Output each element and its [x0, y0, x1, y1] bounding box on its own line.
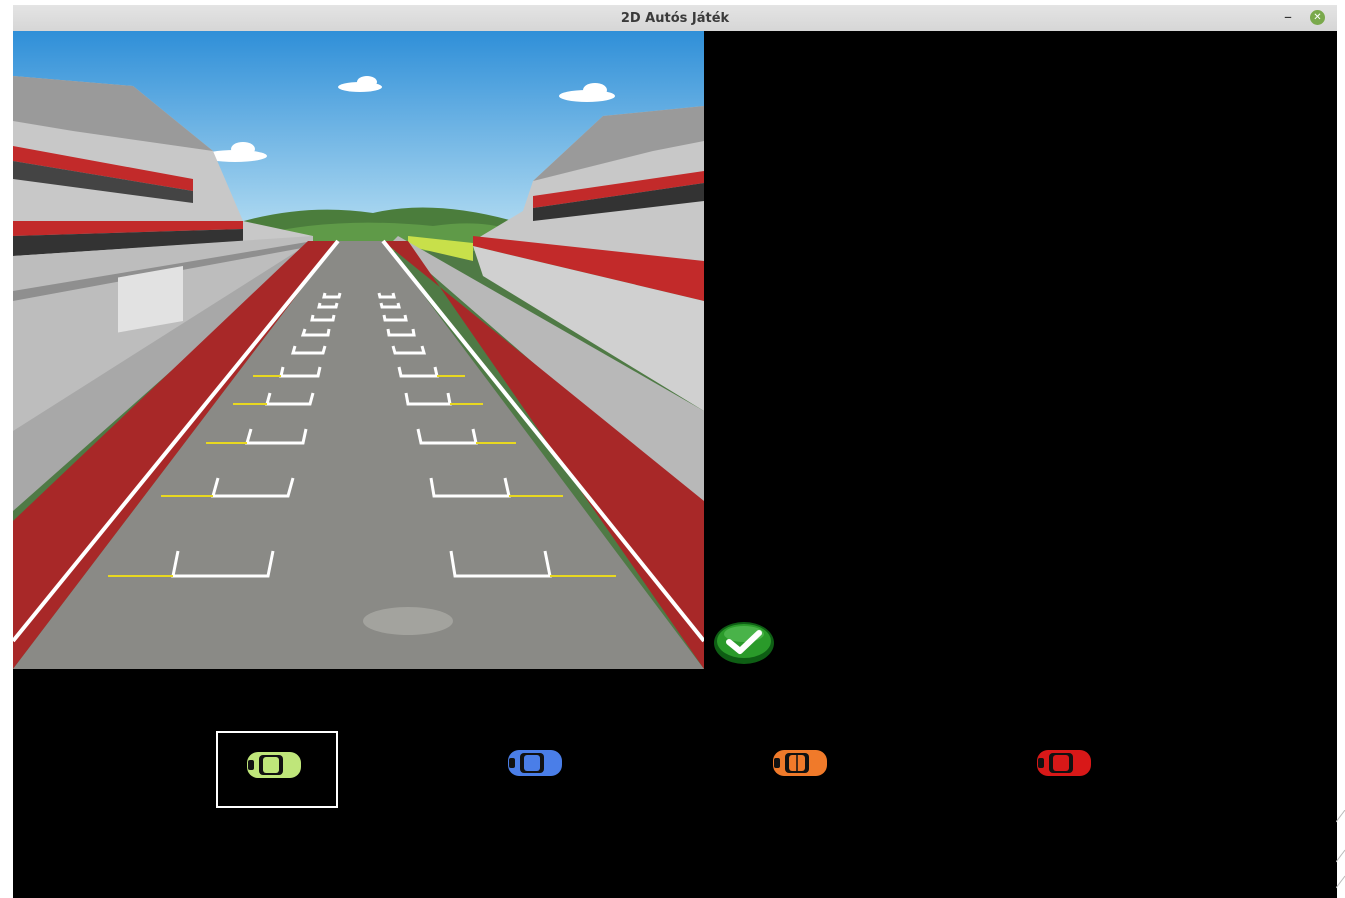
close-button[interactable]: ✕: [1310, 10, 1325, 25]
car-option-orange[interactable]: [744, 731, 866, 808]
resize-grip-icon[interactable]: [1336, 810, 1345, 890]
title-bar[interactable]: 2D Autós Játék – ✕: [13, 5, 1337, 31]
minimize-button[interactable]: –: [1278, 7, 1298, 27]
checkmark-icon: [714, 622, 774, 664]
car-option-green[interactable]: [216, 731, 338, 808]
confirm-button[interactable]: [713, 620, 775, 666]
car-option-blue[interactable]: [479, 731, 601, 808]
car-option-red[interactable]: [1008, 731, 1130, 808]
game-window: 2D Autós Játék – ✕: [13, 5, 1337, 898]
car-icon: [1037, 750, 1091, 776]
car-icon: [508, 750, 562, 776]
car-icon: [773, 750, 827, 776]
track-preview-image: [13, 31, 704, 669]
window-title: 2D Autós Játék: [620, 11, 730, 26]
car-icon: [247, 752, 301, 778]
